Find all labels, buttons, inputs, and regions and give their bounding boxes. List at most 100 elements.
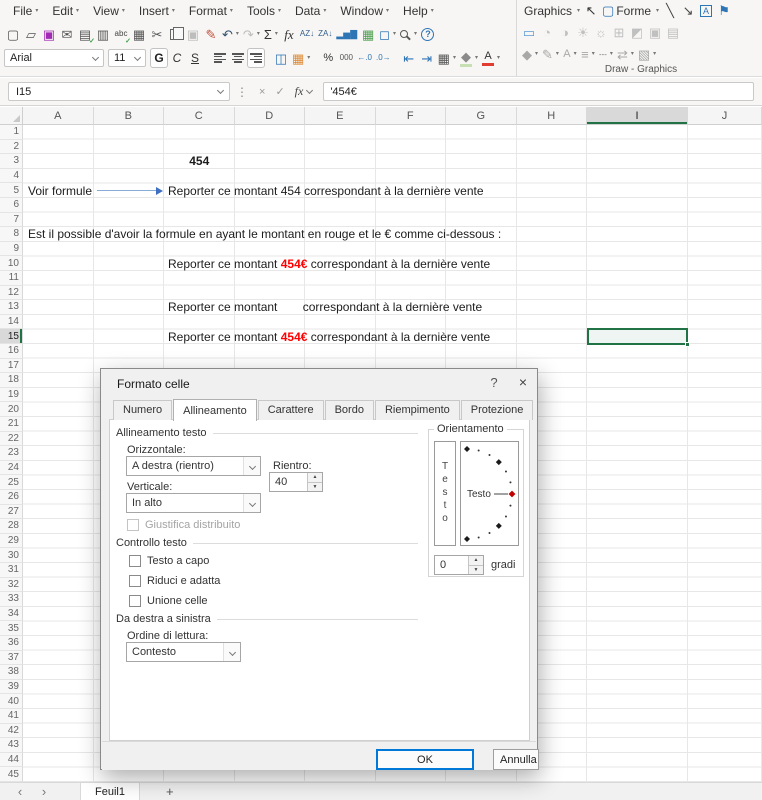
pivot-table-icon[interactable]: ▦ [359,24,377,44]
spinner-buttons[interactable]: ▲ ▼ [468,556,483,574]
help-icon[interactable]: ? [419,24,437,44]
row-header-26[interactable]: 26 [0,490,23,505]
fill-handle[interactable] [685,341,690,347]
row-header-11[interactable]: 11 [0,271,23,286]
column-header-B[interactable]: B [93,107,164,125]
row-header-41[interactable]: 41 [0,709,23,724]
paste-icon[interactable]: ▣ [184,24,202,44]
brightness-decrease-icon[interactable]: ☼ [592,23,610,43]
reading-order-select[interactable]: Contesto [126,642,241,662]
row-header-24[interactable]: 24 [0,460,23,476]
row-header-34[interactable]: 34 [0,606,23,622]
select-cursor-icon[interactable]: ↖ [582,1,600,21]
row-header-8[interactable]: 8 [0,227,23,242]
percent-icon[interactable]: % [319,48,337,68]
row-header-23[interactable]: 23 [0,446,23,461]
dialog-help-button[interactable]: ? [483,375,505,393]
menu-help[interactable]: Help ▾ [396,2,441,20]
menu-data[interactable]: Data ▾ [288,2,333,20]
row-header-22[interactable]: 22 [0,431,23,447]
insert-table-icon[interactable]: ▦ [130,24,148,44]
sheet-tab-feuil1[interactable]: Feuil1 [80,783,140,800]
row-header-35[interactable]: 35 [0,621,23,636]
sort-descending-icon[interactable]: ZA↓ [316,24,334,44]
menu-format[interactable]: Format ▾ [182,2,240,20]
increase-indent-icon[interactable]: ⇥ [418,48,436,68]
row-header-36[interactable]: 36 [0,636,23,651]
row-header-20[interactable]: 20 [0,402,23,417]
remove-decimal-icon[interactable]: .0→ [374,48,393,68]
object-3d-icon[interactable]: ▧ ▾ [636,44,658,64]
ok-button[interactable]: OK [376,749,474,770]
name-box[interactable]: I15 [8,82,230,101]
connectors-icon[interactable]: ⇄ ▾ [615,44,636,64]
row-header-44[interactable]: 44 [0,752,23,768]
dialog-tab-allineamento[interactable]: Allineamento [173,399,257,421]
orientation-dial[interactable]: Testo [460,441,519,546]
line-icon[interactable]: ╲ [661,1,679,21]
degrees-spinner[interactable]: 0 ▲ ▼ [434,555,484,575]
row-header-1[interactable]: 1 [0,125,23,140]
wrap-text-checkbox[interactable]: Testo a capo [129,555,209,567]
merge-cells-checkbox[interactable]: Unione celle [129,595,208,607]
photo-album-icon[interactable]: ▤ [664,23,682,43]
text-frame-icon[interactable]: A [697,1,715,21]
row-header-38[interactable]: 38 [0,665,23,680]
row-header-4[interactable]: 4 [0,168,23,184]
font-color-icon[interactable]: A ▾ [480,48,502,68]
row-header-29[interactable]: 29 [0,533,23,549]
row-header-33[interactable]: 33 [0,592,23,607]
print-icon[interactable]: ▤ ✓ [76,24,95,46]
underline-button[interactable]: S [186,48,204,68]
row-header-31[interactable]: 31 [0,563,23,578]
prev-sheet-button[interactable]: ‹ [8,784,32,799]
format-painter-icon[interactable]: ✎ [202,24,220,44]
menu-edit[interactable]: Edit ▾ [45,2,86,20]
row-header-13[interactable]: 13 [0,300,23,315]
row-header-19[interactable]: 19 [0,387,23,403]
crop-icon[interactable]: ⊞ [610,23,628,43]
row-header-43[interactable]: 43 [0,738,23,753]
save-icon[interactable]: ▣ [40,24,58,44]
column-header-I[interactable]: I [587,107,688,125]
row-header-6[interactable]: 6 [0,198,23,213]
line-width-icon[interactable]: ≡ ▾ [579,44,597,64]
menu-window[interactable]: Window ▾ [333,2,396,20]
row-header-39[interactable]: 39 [0,679,23,695]
row-header-27[interactable]: 27 [0,504,23,520]
email-icon[interactable]: ✉ [58,24,76,44]
row-header-12[interactable]: 12 [0,285,23,301]
row-header-18[interactable]: 18 [0,373,23,388]
dialog-tab-numero[interactable]: Numero [113,400,173,420]
image-frame-icon[interactable]: ▣ [646,23,664,43]
cut-icon[interactable]: ✂ [148,24,166,44]
cancel-button[interactable]: Annulla [493,749,539,770]
shrink-to-fit-checkbox[interactable]: Riduci e adatta [129,575,220,587]
row-header-40[interactable]: 40 [0,694,23,709]
select-all-corner[interactable] [0,107,23,125]
column-header-H[interactable]: H [516,107,587,125]
spinner-buttons[interactable]: ▲ ▼ [307,473,322,491]
row-header-5[interactable]: 5 [0,183,23,198]
add-sheet-button[interactable]: + [166,784,174,799]
italic-button[interactable]: C [168,48,186,68]
borders-icon[interactable]: ▦ ▾ [436,48,458,68]
align-left-icon[interactable] [211,48,229,68]
align-right-icon[interactable] [247,48,265,68]
row-header-10[interactable]: 10 [0,256,23,271]
chart-icon[interactable]: ▂▅▇ [334,24,359,44]
insert-picture-icon[interactable]: ▭ [520,23,538,43]
dialog-tab-bordo[interactable]: Bordo [324,400,374,420]
formula-input[interactable]: '454€ [323,82,754,101]
row-header-21[interactable]: 21 [0,417,23,432]
redo-icon[interactable]: ↷ ▾ [241,24,262,44]
recolor-icon[interactable]: ◩ [628,23,646,43]
row-header-30[interactable]: 30 [0,548,23,563]
fill-color-icon[interactable]: ◆ ▾ [458,48,480,68]
pie-chart-icon[interactable]: ◔ [538,23,556,43]
brightness-increase-icon[interactable]: ☀ [574,23,592,43]
row-header-15[interactable]: 15 [0,329,23,344]
print-preview-icon[interactable]: ▥ [94,24,112,44]
fill-style-icon[interactable]: ◆ ▾ [520,44,540,64]
bold-button[interactable]: G [150,48,168,68]
